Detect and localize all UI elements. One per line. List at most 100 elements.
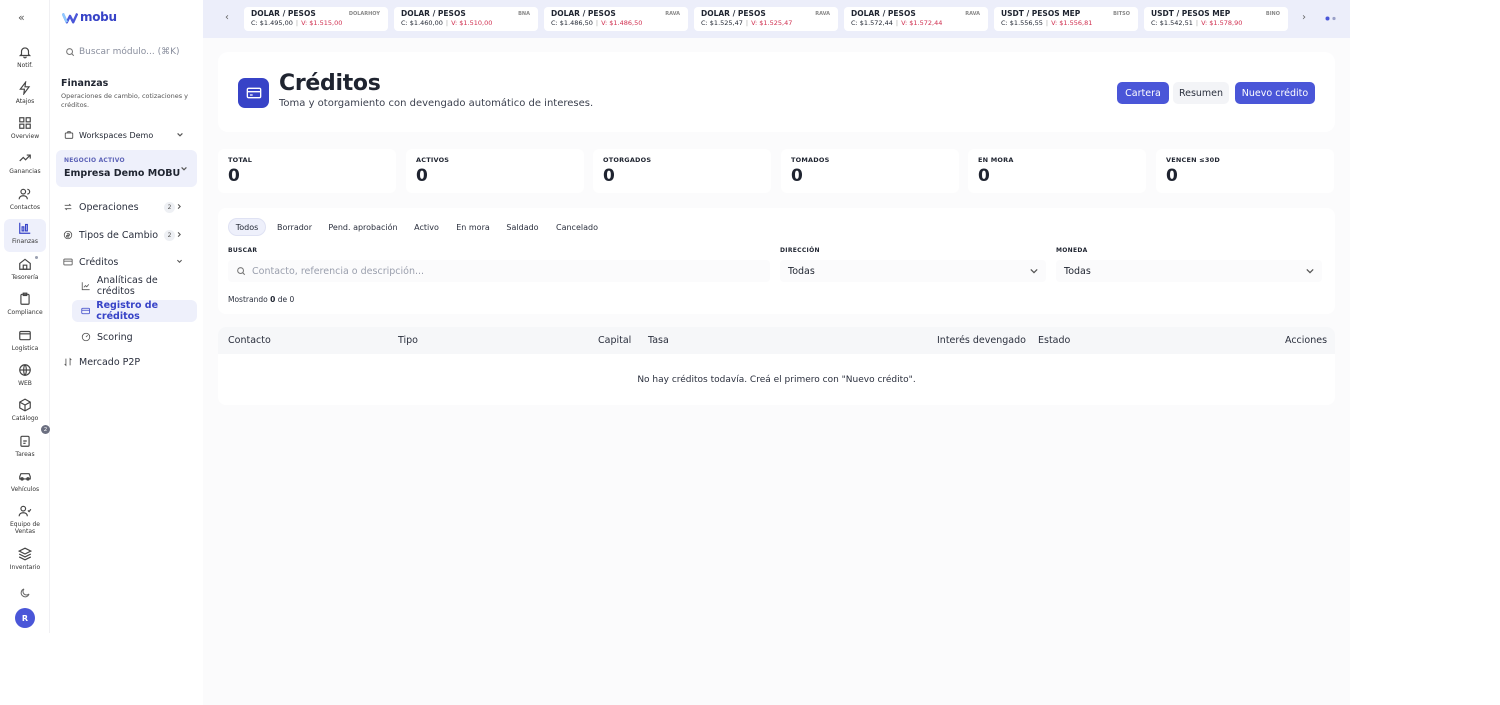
moon-icon[interactable] — [19, 587, 31, 599]
logo-text: mobu — [80, 10, 117, 24]
rail-item-finanzas[interactable]: Finanzas — [4, 219, 46, 252]
nav-count-badge: 2 — [164, 230, 175, 241]
ticker-card[interactable]: USDT / PESOS MEP BITSO C: $1.556,55 | V: $… — [994, 7, 1138, 31]
sub-item-registro[interactable]: Registro de créditos — [72, 300, 197, 322]
cartera-button[interactable]: Cartera — [1117, 82, 1169, 104]
chevron-down-icon — [181, 166, 187, 171]
nav-item-creditos[interactable]: Créditos — [56, 251, 197, 273]
ticker-sell: V: $1.572,44 — [901, 19, 943, 27]
credits-page-icon — [238, 78, 269, 108]
chevron-down-icon — [1030, 268, 1038, 274]
rail-item-equipo-ventas[interactable]: Equipo de Ventas — [4, 502, 46, 540]
task-icon — [20, 435, 30, 447]
credit-card-icon — [81, 307, 90, 315]
ticker-buy: C: $1.525,47 — [701, 19, 743, 27]
logo[interactable]: mobu — [62, 10, 117, 24]
sub-label: Registro de créditos — [96, 300, 159, 322]
sub-item-scoring[interactable]: Scoring — [72, 326, 197, 348]
status-tab-en-mora[interactable]: En mora — [451, 218, 495, 236]
results-count-prefix: Mostrando — [228, 295, 268, 304]
kpi-card-tomados: TOMADOS 0 — [781, 149, 959, 193]
ticker-sell: V: $1.525,47 — [751, 19, 793, 27]
status-tab-borrador[interactable]: Borrador — [272, 218, 317, 236]
rail-item-tareas[interactable]: Tareas — [4, 432, 46, 465]
nav-item-tipos-cambio[interactable]: Tipos de Cambio 2 — [56, 224, 197, 246]
transfer-icon — [64, 357, 72, 367]
direction-select[interactable]: Todas — [780, 260, 1046, 282]
nav-label: Créditos — [79, 256, 119, 268]
kpi-label: TOTAL — [228, 156, 253, 164]
col-acciones: Acciones — [1285, 335, 1328, 346]
ticker-prev-icon[interactable]: ‹ — [222, 13, 232, 23]
currency-select[interactable]: Todas — [1056, 260, 1322, 282]
rail-item-contactos[interactable]: Contactos — [4, 185, 46, 218]
ticker-sell: V: $1.486,50 — [601, 19, 643, 27]
resumen-button[interactable]: Resumen — [1173, 82, 1229, 104]
nav-item-mercado-p2p[interactable]: Mercado P2P — [56, 351, 197, 373]
module-search[interactable]: Buscar módulo... (⌘K) — [56, 41, 196, 63]
new-credit-button[interactable]: Nuevo crédito — [1235, 82, 1315, 104]
currency-icon — [63, 230, 73, 240]
rail-item-catalogo[interactable]: Catálogo — [4, 396, 46, 429]
ticker-pair: DOLAR / PESOS — [851, 9, 916, 18]
search-input[interactable]: Contacto, referencia o descripción... — [228, 260, 770, 282]
rail-item-atajos[interactable]: Atajos — [4, 79, 46, 112]
rail-item-overview[interactable]: Overview — [4, 114, 46, 147]
kpi-value: 0 — [228, 166, 240, 186]
status-tab-pend-aprobacion[interactable]: Pend. aprobación — [324, 218, 402, 236]
rail-item-compliance[interactable]: Compliance — [4, 290, 46, 323]
col-estado[interactable]: Estado — [1038, 335, 1070, 346]
ticker-sell: V: $1.578,90 — [1201, 19, 1243, 27]
main-content: Créditos Toma y otorgamiento con devenga… — [203, 38, 1350, 705]
zap-icon — [19, 81, 31, 95]
ticker-card[interactable]: DOLAR / PESOS DOLARHOY C: $1.495,00 | V: $… — [244, 7, 388, 31]
rail-label: Finanzas — [12, 238, 38, 245]
status-tab-todos[interactable]: Todos — [228, 218, 266, 236]
nav-item-operaciones[interactable]: Operaciones 2 — [56, 196, 197, 218]
icon-rail: « Notif. Atajos Overview Ganancias Conta… — [0, 0, 50, 633]
rail-item-notif[interactable]: Notif. — [4, 43, 46, 76]
chevron-down-icon — [177, 132, 183, 137]
collapse-icon[interactable]: « — [18, 11, 25, 24]
nav-label: Operaciones — [79, 201, 139, 213]
rail-item-tesoreria[interactable]: Tesorería — [4, 255, 46, 288]
ticker-pair: DOLAR / PESOS — [551, 9, 616, 18]
nav-label: Mercado P2P — [79, 356, 141, 368]
col-interes-devengado[interactable]: Interés devengado — [937, 335, 1026, 346]
rail-item-vehiculos[interactable]: Vehículos — [4, 467, 46, 500]
workspace-name: Workspaces Demo — [79, 130, 154, 140]
col-tipo[interactable]: Tipo — [398, 335, 418, 346]
ticker-next-icon[interactable]: › — [1299, 13, 1309, 23]
page-header: Créditos Toma y otorgamiento con devenga… — [218, 52, 1335, 132]
ticker-card[interactable]: USDT / PESOS MEP BINO C: $1.542,51 | V: $1… — [1144, 7, 1288, 31]
rail-item-logistica[interactable]: Logística — [4, 326, 46, 359]
ticker-card[interactable]: DOLAR / PESOS RAVA C: $1.486,50 | V: $1.48… — [544, 7, 688, 31]
rates-ticker: ‹ DOLAR / PESOS DOLARHOY C: $1.495,00 | V:… — [203, 0, 1350, 38]
avatar[interactable]: R — [15, 608, 35, 628]
ticker-card[interactable]: DOLAR / PESOS RAVA C: $1.525,47 | V: $1.52… — [694, 7, 838, 31]
sub-item-analiticas[interactable]: Analíticas de créditos — [72, 275, 197, 297]
rail-item-web[interactable]: WEB — [4, 361, 46, 394]
ticker-card[interactable]: DOLAR / PESOS BNA C: $1.460,00 | V: $1.510… — [394, 7, 538, 31]
search-icon — [237, 267, 246, 276]
pagination-dots-icon[interactable] — [1325, 16, 1337, 21]
results-count: Mostrando 0 de 0 — [228, 295, 294, 304]
ticker-card[interactable]: DOLAR / PESOS RAVA C: $1.572,44 | V: $1.57… — [844, 7, 988, 31]
col-tasa[interactable]: Tasa — [648, 335, 669, 346]
rail-label: WEB — [18, 380, 32, 387]
nav-label: Tipos de Cambio — [79, 229, 159, 241]
direction-label: DIRECCIÓN — [780, 247, 820, 254]
status-tab-saldado[interactable]: Saldado — [501, 218, 544, 236]
rail-item-ganancias[interactable]: Ganancias — [4, 149, 46, 182]
rail-label: Catálogo — [11, 415, 39, 422]
col-capital[interactable]: Capital — [598, 335, 631, 346]
workspace-selector[interactable]: Workspaces Demo — [56, 126, 197, 144]
col-contacto[interactable]: Contacto — [228, 335, 271, 346]
chevron-right-icon — [177, 204, 181, 209]
active-business-selector[interactable]: NEGOCIO ACTIVO Empresa Demo MOBU — [56, 150, 197, 187]
status-tab-cancelado[interactable]: Cancelado — [550, 218, 604, 236]
status-tab-activo[interactable]: Activo — [408, 218, 445, 236]
kpi-card-activos: ACTIVOS 0 — [406, 149, 584, 193]
rail-item-inventario[interactable]: Inventario — [4, 545, 46, 578]
page-subtitle: Toma y otorgamiento con devengado automá… — [279, 98, 594, 109]
